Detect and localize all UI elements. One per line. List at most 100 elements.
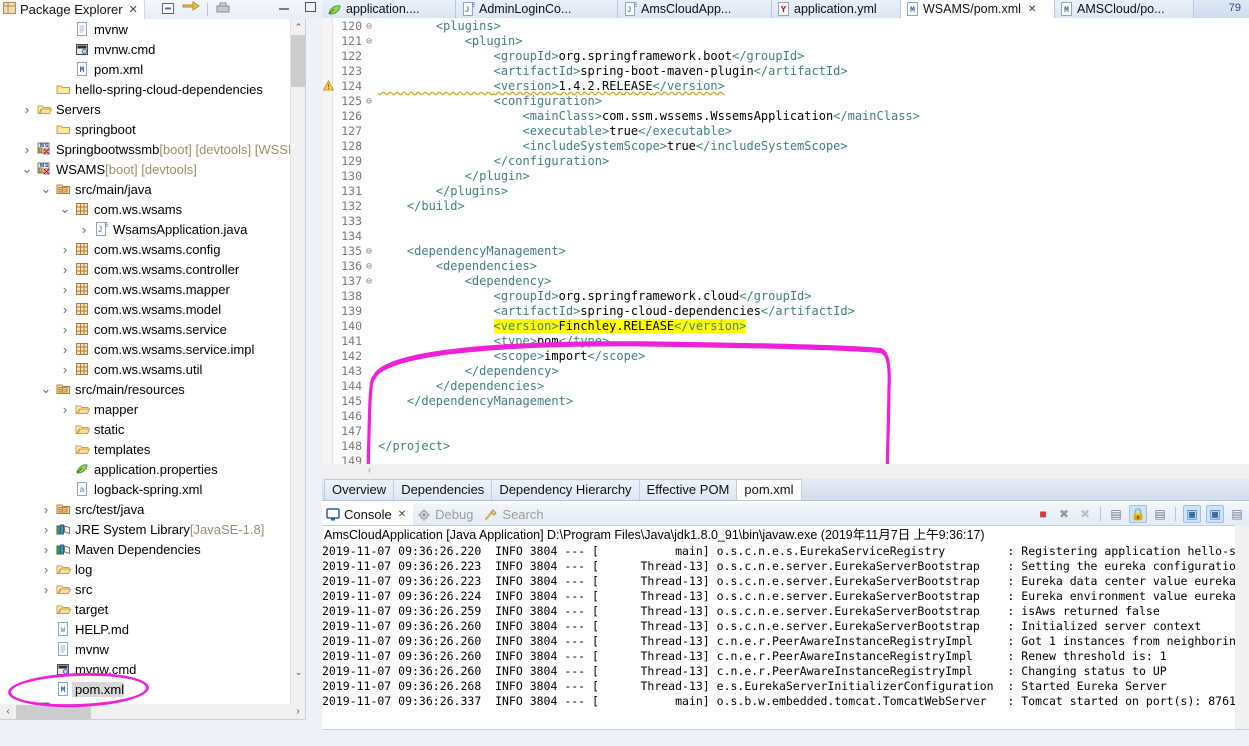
tree-item-templates[interactable]: templates [0,439,306,459]
form-tab-dependencies[interactable]: Dependencies [393,478,493,500]
console-output[interactable]: 2019-11-07 09:36:26.220 INFO 3804 --- [ … [322,544,1235,729]
editor-tab-adminloginco[interactable]: J S AdminLoginCo... [456,0,618,18]
form-tab-overview[interactable]: Overview [324,478,395,500]
fold-collapse-icon[interactable]: ⊖ [364,259,374,274]
chevron-right-icon[interactable]: › [76,222,92,237]
tree-item-wsams[interactable]: ⌄ M S WSAMS [boot] [devtools] [0,159,306,179]
code-line[interactable]: 147 [322,424,1249,439]
chevron-right-icon[interactable]: › [38,522,54,537]
tree-item-mapper[interactable]: › mapper [0,399,306,419]
code-line[interactable]: 144 </dependencies> [322,379,1249,394]
scroll-down-icon[interactable]: ⌄ [291,664,306,680]
scroll-right-icon[interactable]: › [290,704,306,720]
tree-item-log[interactable]: › log [0,559,306,579]
tree-item-src/main/resources[interactable]: ⌄ src/main/resources [0,379,306,399]
chevron-right-icon[interactable]: › [57,242,73,257]
chevron-right-icon[interactable]: › [38,502,54,517]
code-line[interactable]: 125 ⊖ <configuration> [322,94,1249,109]
fold-collapse-icon[interactable]: ⊖ [364,34,374,49]
chevron-down-icon[interactable]: ⌄ [57,202,73,215]
view-menu-icon[interactable] [215,2,231,18]
collapse-all-icon[interactable] [161,2,175,18]
code-line[interactable]: 136 ⊖ <dependencies> [322,259,1249,274]
code-line[interactable]: 148 </project> [322,439,1249,454]
tree-item-servers[interactable]: › Servers [0,99,306,119]
pom-editor-form-tabs[interactable]: Overview Dependencies Dependency Hierarchy… [322,478,1249,501]
tree-item-mvnw[interactable]: mvnw [0,19,306,39]
tree-item-mvnw[interactable]: mvnw [0,639,306,659]
code-line[interactable]: 128 <includeSystemScope>true</includeSys… [322,139,1249,154]
code-line[interactable]: 140 <version>Finchley.RELEASE</version> [322,319,1249,334]
code-line[interactable]: 137 ⊖ <dependency> [322,274,1249,289]
editor-tab-wsams-pom-xml[interactable]: M WSAMS/pom.xml ✕ [901,0,1055,18]
tree-item-hello-spring-cloud-dependencies[interactable]: hello-spring-cloud-dependencies [0,79,306,99]
chevron-down-icon[interactable]: ⌄ [19,162,35,175]
editor-tab-overflow-count[interactable]: 79 [1229,2,1241,14]
tree-vertical-scrollbar[interactable]: ⌃ ⌄ [290,19,306,720]
display-console-icon[interactable]: ▣ [1183,505,1201,523]
project-tree[interactable]: mvnw mvnw.cmd Mpom.xml hello-spring-cloud-d… [0,19,306,720]
chevron-down-icon[interactable]: ⌄ [38,382,54,395]
chevron-right-icon[interactable]: › [19,102,35,117]
code-line[interactable]: 131 </plugins> [322,184,1249,199]
code-line[interactable]: 135 ⊖ <dependencyManagement> [322,244,1249,259]
code-line[interactable]: 145 </dependencyManagement> [322,394,1249,409]
pin-console-icon[interactable]: ▤ [1152,506,1168,522]
form-tab-pom-xml[interactable]: pom.xml [736,478,802,500]
minimize-icon[interactable] [276,1,292,16]
code-line[interactable]: 146 [322,409,1249,424]
form-tab-dependency-hierarchy[interactable]: Dependency Hierarchy [491,478,640,500]
tree-item-mvnw.cmd[interactable]: mvnw.cmd [0,39,306,59]
code-line[interactable]: 122 <groupId>org.springframework.boot</g… [322,49,1249,64]
chevron-right-icon[interactable]: › [57,322,73,337]
console-tab-console[interactable]: Console ✕ [322,503,414,525]
editor-tab-amscloud-po[interactable]: M AMSCloud/po... [1055,0,1194,18]
editor-scroll-left-icon[interactable]: ‹ [368,464,371,478]
tree-item-com.ws.wsams.controller[interactable]: › com.ws.wsams.controller [0,259,306,279]
tree-item-target[interactable]: target [0,599,306,619]
tree-item-src/main/java[interactable]: ⌄ src/main/java [0,179,306,199]
close-icon[interactable]: ✕ [398,509,406,520]
code-line[interactable]: 130 </plugin> [322,169,1249,184]
tree-horizontal-scrollbar[interactable]: ‹ › [0,704,306,720]
tree-item-pom.xml[interactable]: Mpom.xml [0,679,306,699]
editor-tab-application-yml[interactable]: Yapplication.yml [772,0,901,18]
tree-item-com.ws.wsams.service.impl[interactable]: › com.ws.wsams.service.impl [0,339,306,359]
tree-item-com.ws.wsams.util[interactable]: › com.ws.wsams.util [0,359,306,379]
terminate-icon[interactable]: ■ [1035,506,1051,522]
remove-all-launches-icon[interactable]: ✖ [1077,506,1093,522]
tree-item-com.ws.wsams.config[interactable]: › com.ws.wsams.config [0,239,306,259]
tree-item-help.md[interactable]: W HELP.md [0,619,306,639]
chevron-right-icon[interactable]: › [57,402,73,417]
tree-item-jre-system-library[interactable]: › JRE System Library [JavaSE-1.8] [0,519,306,539]
console-toolbar[interactable]: ■ ✖ ✖ ▤ 🔒 ▤ ▣ ▣ ▤ [1035,505,1245,523]
tree-item-src[interactable]: › src [0,579,306,599]
tree-item-mvnw.cmd[interactable]: mvnw.cmd [0,659,306,679]
close-icon[interactable]: ✕ [129,3,138,16]
code-line[interactable]: 127 <executable>true</executable> [322,124,1249,139]
tree-item-com.ws.wsams.service[interactable]: › com.ws.wsams.service [0,319,306,339]
code-line[interactable]: 141 <type>pom</type> [322,334,1249,349]
chevron-right-icon[interactable]: › [57,342,73,357]
tree-item-logback-spring.xml[interactable]: a logback-spring.xml [0,479,306,499]
tree-scroll-thumb[interactable] [291,35,306,87]
code-line[interactable]: 133 [322,214,1249,229]
pom-xml-source-editor[interactable]: 120 ⊖ <plugins> 121 ⊖ <plugin> 122 <groupId>… [322,18,1249,478]
code-line[interactable]: 126 <mainClass>com.ssm.wssems.WssemsAppl… [322,109,1249,124]
code-line[interactable]: 123 <artifactId>spring-boot-maven-plugin… [322,64,1249,79]
chevron-right-icon[interactable]: › [38,542,54,557]
tree-item-maven-dependencies[interactable]: › Maven Dependencies [0,539,306,559]
close-icon[interactable]: ✕ [1028,4,1036,15]
fold-collapse-icon[interactable]: ⊖ [364,274,374,289]
tree-hscroll-thumb[interactable] [16,705,91,719]
chevron-right-icon[interactable]: › [57,282,73,297]
code-line[interactable]: 132 </build> [322,199,1249,214]
code-line[interactable]: 134 [322,229,1249,244]
scroll-left-icon[interactable]: ‹ [0,704,16,720]
link-with-editor-icon[interactable] [182,1,200,18]
chevron-right-icon[interactable]: › [19,142,35,157]
scroll-lock-icon[interactable]: 🔒 [1129,505,1147,523]
code-line[interactable]: 121 ⊖ <plugin> [322,34,1249,49]
console-vertical-scrollbar[interactable] [1235,525,1249,746]
chevron-right-icon[interactable]: › [57,262,73,277]
